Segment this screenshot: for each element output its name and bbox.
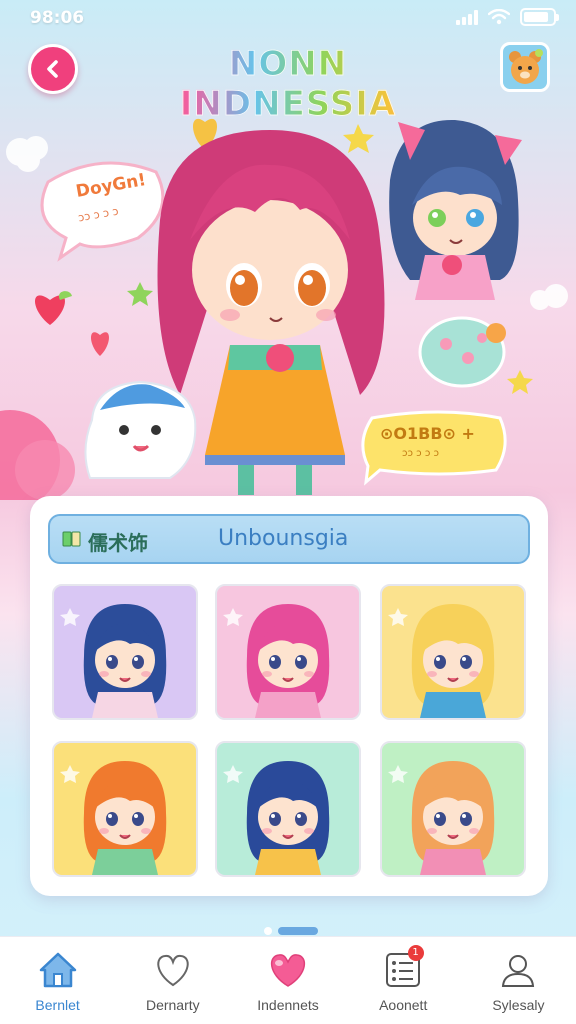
character-card[interactable]: [215, 741, 361, 877]
status-time: 98:06: [30, 8, 85, 28]
bubble-left-subtext: ɔɔ ɔ ɔ ɔ: [77, 204, 120, 225]
heart-outline-icon: [157, 954, 189, 987]
character-card[interactable]: [380, 741, 526, 877]
character-card[interactable]: [380, 584, 526, 720]
back-button[interactable]: [28, 44, 78, 94]
bear-mascot-icon: [509, 49, 543, 84]
tab-label: Aoonett: [379, 997, 428, 1013]
bubble-right-text: ⊙O1BB⊙ +: [380, 424, 475, 443]
chevron-left-icon: [47, 60, 58, 78]
speech-bubble-left: DoyGn! ɔɔ ɔ ɔ ɔ: [36, 160, 166, 250]
tab-label: Sylesaly: [492, 997, 545, 1013]
character-card[interactable]: [215, 584, 361, 720]
signal-icon: [456, 9, 478, 25]
character-portrait: [388, 604, 495, 718]
tab-profile[interactable]: Sylesaly: [461, 937, 576, 1024]
bubble-left-text: DoyGn!: [74, 170, 148, 202]
speech-bubble-right: ⊙O1BB⊙ + ɔɔ ɔ ɔ ɔ: [358, 410, 508, 474]
tab-label: Indennets: [257, 997, 319, 1013]
book-icon: [62, 531, 81, 547]
character-portrait: [388, 761, 495, 875]
tab-favorites[interactable]: Dernarty: [115, 937, 230, 1024]
character-portrait: [223, 604, 330, 718]
page-dot[interactable]: [264, 927, 272, 935]
tab-home[interactable]: Bernlet: [0, 937, 115, 1024]
search-label: 儒术饰: [88, 531, 148, 555]
status-icons: [456, 8, 559, 26]
tab-likes[interactable]: Indennets: [230, 937, 345, 1024]
search-bar[interactable]: 儒术饰 Unbounsgia: [48, 514, 530, 564]
tab-label: Bernlet: [35, 997, 80, 1013]
wifi-icon: [488, 9, 510, 25]
tab-activity[interactable]: 1 Aoonett: [346, 937, 461, 1024]
character-portrait: [223, 761, 330, 875]
tab-label: Dernarty: [145, 997, 200, 1013]
page-dot-active[interactable]: [278, 927, 318, 935]
tab-bar: Bernlet Dernarty Indennets 1 Aoonett Syl…: [0, 936, 576, 1024]
notification-badge: 1: [407, 945, 424, 961]
user-icon: [502, 955, 535, 987]
battery-icon: [520, 8, 559, 26]
character-card[interactable]: [52, 584, 198, 720]
character-portrait: [60, 604, 167, 718]
character-card[interactable]: [52, 741, 198, 877]
character-portrait: [60, 761, 167, 875]
home-icon: [39, 952, 76, 988]
search-input[interactable]: Unbounsgia: [218, 526, 348, 551]
heart-icon: [270, 954, 306, 987]
bubble-right-subtext: ɔɔ ɔ ɔ ɔ: [402, 448, 440, 459]
page-indicator: [264, 927, 318, 935]
status-bar: 98:06: [0, 0, 576, 36]
character-panel: 儒术饰 Unbounsgia: [30, 496, 548, 896]
avatar[interactable]: [500, 42, 550, 92]
